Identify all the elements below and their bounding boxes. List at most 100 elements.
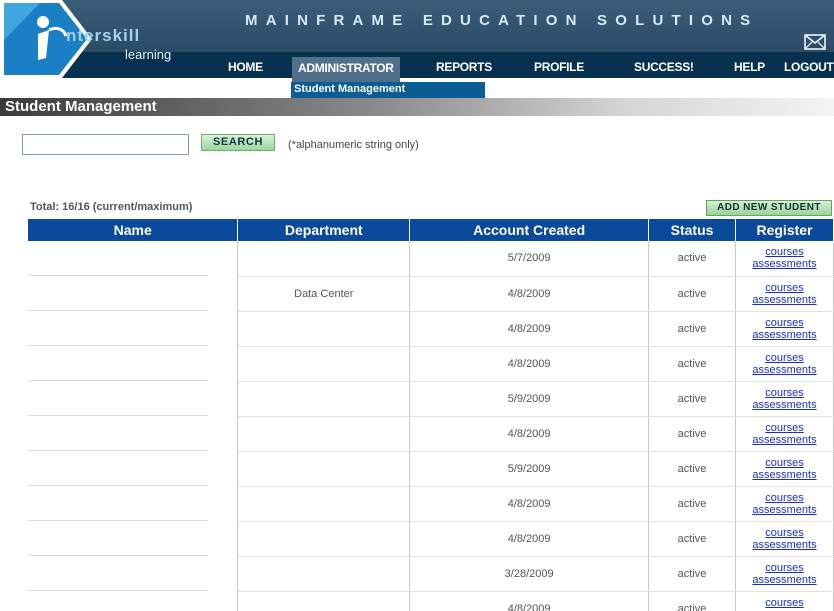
cell-name [28,311,239,346]
nav-help[interactable]: HELP [734,60,765,74]
cell-register: coursesassessments [735,346,834,382]
cell-account-created: 4/8/2009 [409,486,650,522]
courses-link[interactable]: courses [736,492,833,504]
cell-name [28,486,239,521]
cell-status: active [648,346,736,382]
nav-home[interactable]: HOME [228,60,263,74]
cell-register: coursesassessments [735,381,834,417]
assessments-link[interactable]: assessments [736,504,833,516]
nav-reports[interactable]: REPORTS [436,60,492,74]
cell-register: coursesassessments [735,241,834,277]
courses-link[interactable]: courses [736,317,833,329]
nav-profile[interactable]: PROFILE [534,60,584,74]
cell-account-created: 4/8/2009 [409,591,650,611]
table-header-row: Name Department Account Created Status R… [28,219,834,241]
assessments-link[interactable]: assessments [736,329,833,341]
cell-department [237,591,411,611]
students-table: Name Department Account Created Status R… [28,219,834,611]
logo-wordmark: nterskill [66,26,141,45]
assessments-link[interactable]: assessments [736,469,833,481]
search-hint: (*alphanumeric string only) [288,139,419,151]
cell-status: active [648,241,736,277]
cell-department [237,241,411,277]
courses-link[interactable]: courses [736,282,833,294]
cell-account-created: 3/28/2009 [409,556,650,592]
assessments-link[interactable]: assessments [736,574,833,586]
cell-department: Data Center [237,276,411,312]
cell-status: active [648,521,736,557]
page-title: Student Management [5,98,157,115]
cell-department [237,311,411,347]
search-input[interactable] [22,134,189,155]
courses-link[interactable]: courses [736,246,833,258]
add-new-student-button[interactable]: ADD NEW STUDENT [706,200,832,216]
interskill-logo[interactable]: nterskill learning [0,0,200,78]
courses-link[interactable]: courses [736,422,833,434]
cell-name [28,381,239,416]
courses-link[interactable]: courses [736,597,833,609]
cell-register: coursesassessments [735,276,834,312]
cell-name [28,276,239,311]
cell-account-created: 4/8/2009 [409,311,650,347]
assessments-link[interactable]: assessments [736,364,833,376]
column-header-status[interactable]: Status [648,219,736,241]
nav-administrator[interactable]: ADMINISTRATOR [292,57,400,82]
cell-account-created: 5/9/2009 [409,451,650,487]
cell-name [28,346,239,381]
cell-status: active [648,591,736,611]
cell-register: coursesassessments [735,416,834,452]
cell-status: active [648,381,736,417]
assessments-link[interactable]: assessments [736,294,833,306]
cell-register: coursesassessments [735,311,834,347]
cell-status: active [648,451,736,487]
cell-account-created: 5/7/2009 [409,241,650,277]
cell-department [237,556,411,592]
page-title-bar: Student Management [0,98,834,116]
courses-link[interactable]: courses [736,352,833,364]
assessments-link[interactable]: assessments [736,399,833,411]
cell-name [28,556,239,591]
search-button[interactable]: SEARCH [201,134,275,151]
cell-account-created: 4/8/2009 [409,521,650,557]
cell-status: active [648,311,736,347]
cell-name [28,521,239,556]
cell-department [237,346,411,382]
cell-name [28,241,239,276]
column-header-register: Register [735,219,834,241]
cell-department [237,521,411,557]
site-header: nterskill learning MAINFRAME EDUCATION S… [0,0,834,78]
table-row: 4/8/2009activecoursesassessments [28,486,834,522]
courses-link[interactable]: courses [736,527,833,539]
nav-logout[interactable]: LOGOUT [784,60,834,74]
table-row: 5/9/2009 active courses assessments [28,451,834,487]
mail-icon[interactable] [804,34,826,50]
table-row: 4/8/2009activecoursesassessments [28,346,834,382]
nav-success[interactable]: SUCCESS! [634,60,694,74]
logo-subtitle: learning [125,47,172,62]
table-row: 4/8/2009activecoursesassessments [28,416,834,452]
column-header-name[interactable]: Name [28,219,239,241]
assessments-link[interactable]: assessments [736,258,833,270]
table-row: 4/8/2009activecoursesassessments [28,311,834,347]
table-row: Data Center 4/8/2009 active courses assessme… [28,276,834,312]
cell-account-created: 4/8/2009 [409,416,650,452]
column-header-account-created[interactable]: Account Created [409,219,650,241]
courses-link[interactable]: courses [736,562,833,574]
courses-link[interactable]: courses [736,457,833,469]
cell-register: coursesassessments [735,451,834,487]
cell-department [237,486,411,522]
column-header-department[interactable]: Department [237,219,411,241]
assessments-link[interactable]: assessments [736,434,833,446]
submenu-student-management[interactable]: Student Management [291,82,485,98]
cell-register: coursesassessments [735,521,834,557]
cell-department [237,451,411,487]
cell-status: active [648,486,736,522]
courses-link[interactable]: courses [736,387,833,399]
cell-name [28,591,239,611]
assessments-link[interactable]: assessments [736,539,833,551]
cell-register: coursesassessments [735,591,834,611]
student-total: Total: 16/16 (current/maximum) [30,201,193,213]
cell-status: active [648,416,736,452]
table-row: 5/9/2009 active courses assessments [28,381,834,417]
table-row: 5/7/2009 active courses assessments [28,241,834,277]
